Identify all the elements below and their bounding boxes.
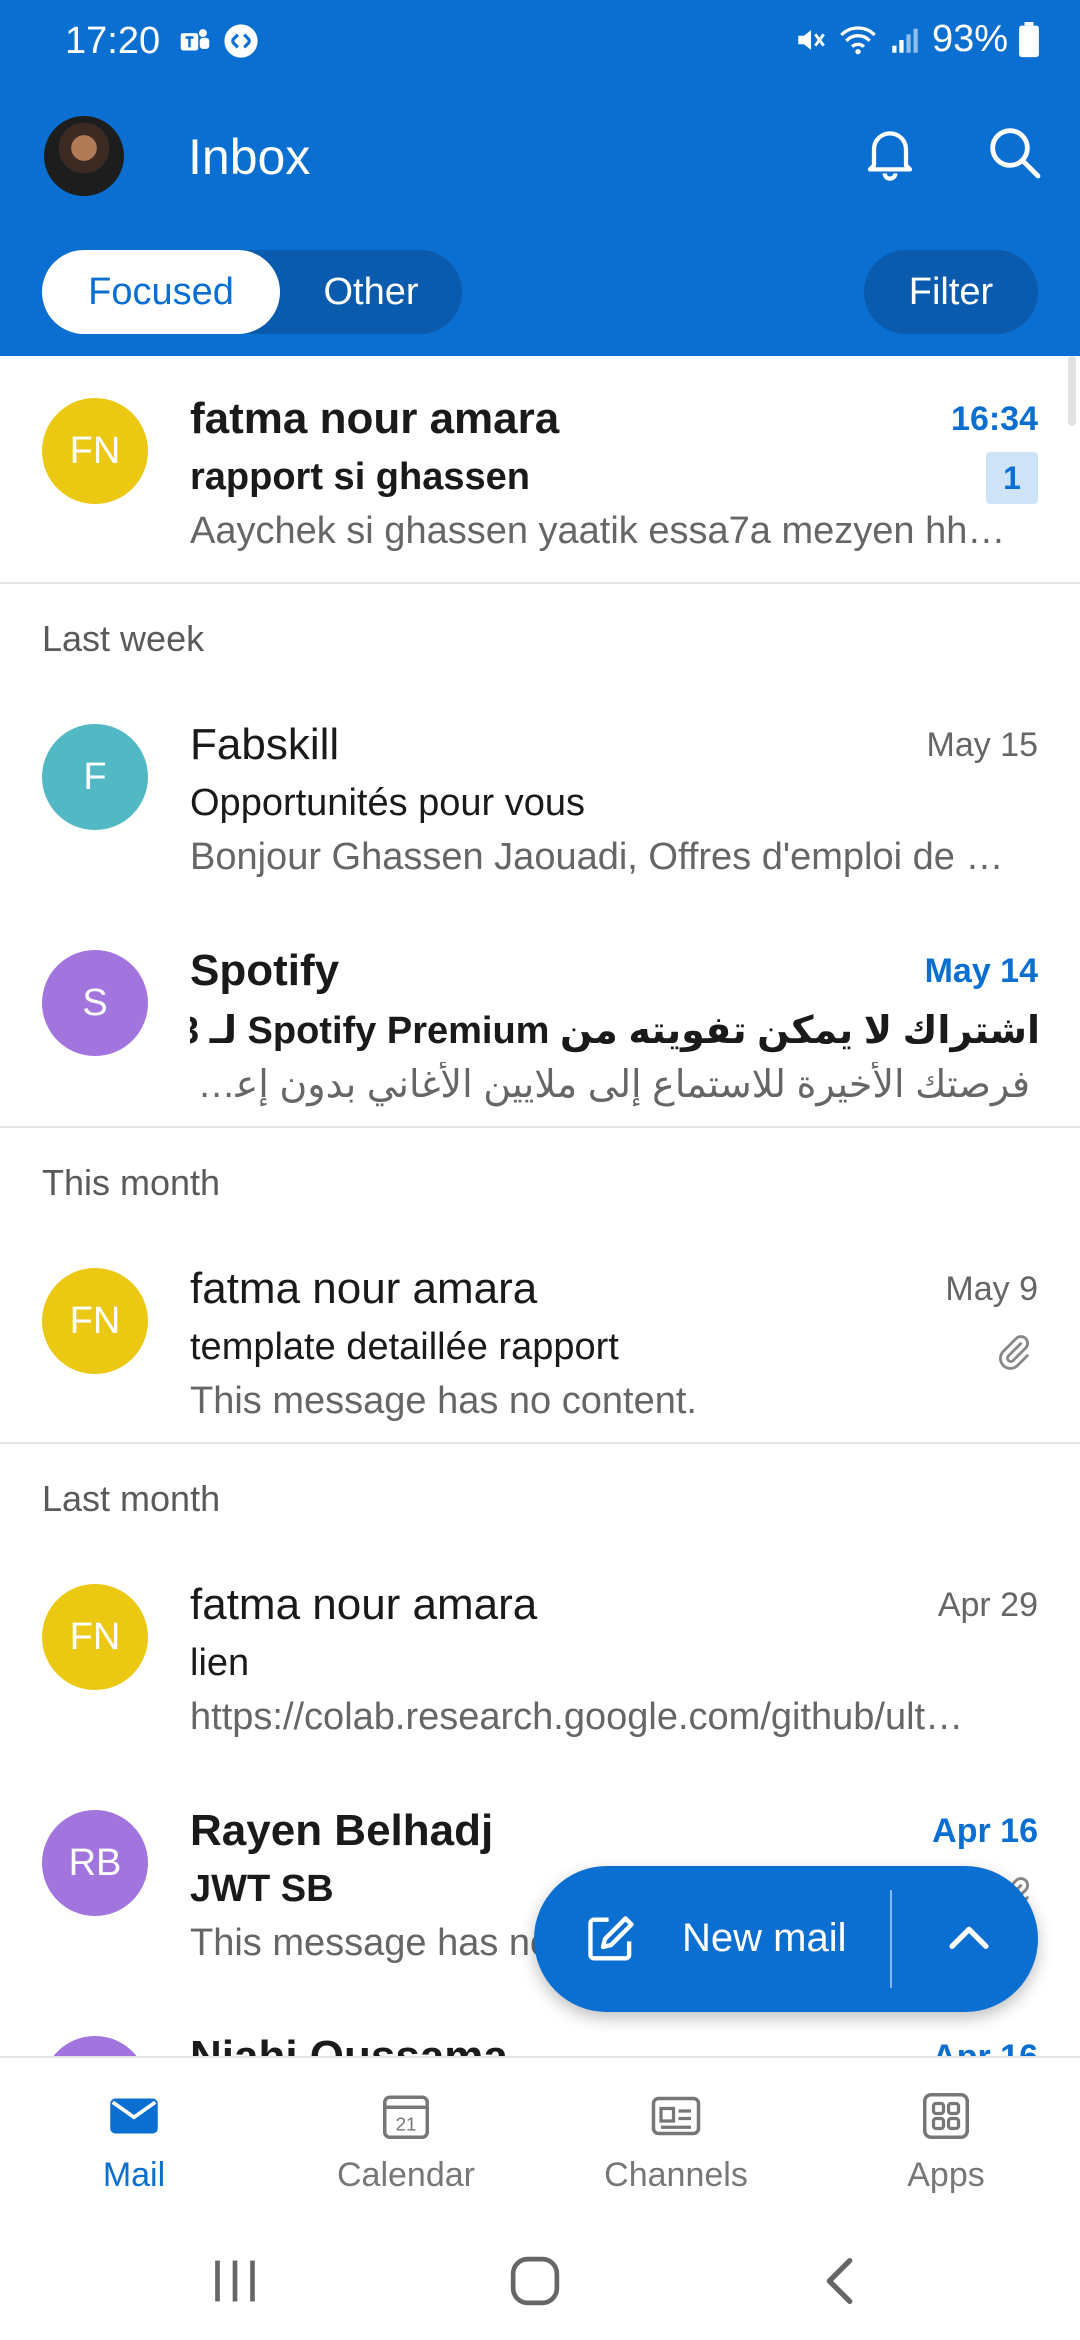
sender-avatar: FN <box>42 1268 148 1374</box>
scrollbar[interactable] <box>1068 356 1076 426</box>
attachment-icon <box>998 1335 1029 1370</box>
message-sender: fatma nour amara <box>190 1264 538 1313</box>
message-date: Apr 16 <box>932 2038 1038 2056</box>
message-subject: template detaillée rapport <box>190 1326 619 1368</box>
message-date: 16:34 <box>951 400 1038 438</box>
divider <box>0 1126 1080 1128</box>
message-list[interactable]: FN fatma nour amara rapport si ghassen A… <box>0 356 1080 2056</box>
divider <box>0 1442 1080 1444</box>
home-icon[interactable] <box>500 2246 570 2316</box>
message-item[interactable]: FN fatma nour amara template detaillée r… <box>0 1226 1080 1440</box>
message-date: May 15 <box>926 726 1039 764</box>
message-subject: JWT SB <box>190 1868 334 1910</box>
sender-avatar: RB <box>42 1810 148 1916</box>
nav-calendar[interactable]: 21 Calendar <box>306 2086 506 2195</box>
shazam-icon <box>224 24 258 58</box>
battery-percent: 93% <box>931 18 1008 60</box>
bottom-navigation: Mail 21 Calendar Channels Apps <box>0 2056 1080 2216</box>
divider <box>0 582 1080 584</box>
bell-icon[interactable] <box>858 120 922 184</box>
new-mail-label: New mail <box>682 1916 847 1960</box>
message-date: May 9 <box>945 1270 1038 1308</box>
wifi-icon <box>840 25 876 54</box>
message-item[interactable]: S Spotify اشتراك لا يمكن تفويته من Spoti… <box>0 908 1080 1122</box>
sender-avatar: FN <box>42 1584 148 1690</box>
message-item[interactable]: FN fatma nour amara rapport si ghassen A… <box>0 356 1080 570</box>
sender-avatar: NO <box>42 2036 148 2056</box>
chevron-up-icon[interactable] <box>940 1910 998 1968</box>
mute-icon <box>798 29 825 50</box>
mail-icon <box>110 2098 158 2134</box>
message-subject: Opportunités pour vous <box>190 782 586 824</box>
profile-avatar[interactable] <box>44 116 124 196</box>
back-icon[interactable] <box>806 2246 876 2316</box>
page-title: Inbox <box>188 129 311 185</box>
section-header-last-week: Last week <box>42 618 205 659</box>
message-sender: fatma nour amara <box>190 1580 538 1629</box>
teams-icon <box>180 29 210 51</box>
message-subject: اشتراك لا يمكن تفويته من Spotify Premium… <box>190 1010 1040 1052</box>
tab-focused[interactable]: Focused <box>42 250 280 334</box>
message-sender: Fabskill <box>190 720 340 769</box>
message-item[interactable]: FN fatma nour amara lien https://colab.r… <box>0 1542 1080 1756</box>
message-date: Apr 16 <box>932 1812 1038 1850</box>
message-sender: Spotify <box>190 946 340 995</box>
nav-label: Apps <box>907 2156 985 2194</box>
inbox-tabs: Focused Other <box>42 250 462 334</box>
apps-icon <box>923 2093 969 2139</box>
nav-channels[interactable]: Channels <box>576 2086 776 2195</box>
signal-icon <box>892 28 918 53</box>
thread-count-badge: 1 <box>986 452 1038 504</box>
message-date: May 14 <box>924 952 1038 990</box>
app-header: 17:20 93% Inbox Focused Other Filter <box>0 0 1080 356</box>
nav-label: Mail <box>102 2156 166 2194</box>
message-date: Apr 29 <box>937 1586 1038 1624</box>
section-header-last-month: Last month <box>42 1478 221 1519</box>
message-preview: https://colab.research.google.com/github… <box>190 1696 964 1738</box>
message-sender: Rayen Belhadj <box>190 1806 494 1855</box>
filter-button[interactable]: Filter <box>864 250 1038 334</box>
calendar-icon: 21 <box>383 2095 429 2139</box>
new-mail-fab[interactable]: New mail <box>534 1866 1038 2012</box>
channels-icon <box>651 2096 701 2136</box>
nav-mail[interactable]: Mail <box>34 2086 234 2195</box>
message-preview: فرصتك الأخيرة للاستماع إلى ملايين الأغان… <box>190 1064 1030 1106</box>
search-icon[interactable] <box>982 120 1046 184</box>
recents-icon[interactable] <box>200 2246 270 2316</box>
tab-other[interactable]: Other <box>280 250 462 334</box>
system-navigation-bar <box>0 2216 1080 2340</box>
sender-avatar: F <box>42 724 148 830</box>
sender-avatar: S <box>42 950 148 1056</box>
calendar-day: 21 <box>396 2114 417 2135</box>
compose-icon <box>588 1916 634 1961</box>
nav-apps[interactable]: Apps <box>846 2086 1046 2195</box>
status-bar: 17:20 93% <box>0 0 1080 90</box>
fab-divider <box>890 1890 892 1988</box>
message-sender: fatma nour amara <box>190 394 560 443</box>
section-header-this-month: This month <box>42 1162 221 1203</box>
message-sender: Njahi Oussama <box>190 2032 508 2056</box>
message-item[interactable]: F Fabskill Opportunités pour vous Bonjou… <box>0 682 1080 896</box>
battery-icon <box>1019 21 1039 57</box>
sender-avatar: FN <box>42 398 148 504</box>
message-subject: rapport si ghassen <box>190 456 530 498</box>
status-time: 17:20 <box>65 20 161 62</box>
nav-label: Channels <box>604 2156 748 2194</box>
status-right-group: 93% <box>794 18 1040 61</box>
message-subject: lien <box>190 1642 250 1684</box>
nav-label: Calendar <box>337 2156 475 2194</box>
message-preview: This message has no content. <box>190 1380 697 1422</box>
message-preview: Aaychek si ghassen yaatik essa7a mezyen … <box>190 510 1006 552</box>
message-preview: Bonjour Ghassen Jaouadi, Offres d'emploi… <box>190 836 1004 878</box>
